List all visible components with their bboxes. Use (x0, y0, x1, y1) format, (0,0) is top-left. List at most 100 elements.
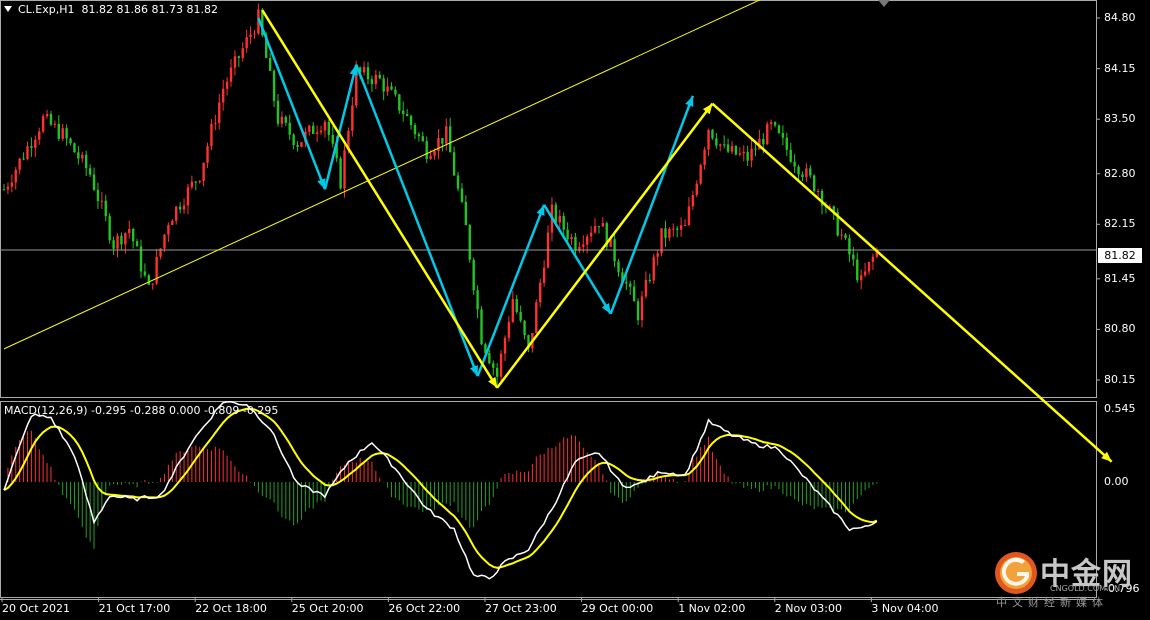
candle-body (769, 122, 773, 124)
candle-body (128, 228, 131, 234)
candle-body (816, 191, 820, 193)
candle-body (280, 116, 284, 124)
candle-body (738, 153, 742, 155)
candle-body (562, 216, 565, 230)
candle-body (676, 228, 679, 230)
price-tick-label: 80.80 (1104, 322, 1136, 336)
candle-body (801, 174, 804, 178)
candle-body (147, 275, 151, 285)
time-tick-label: 22 Oct 18:00 (195, 602, 267, 615)
candle-body (460, 188, 464, 202)
candle-body (245, 37, 248, 49)
candle-body (433, 151, 436, 156)
candle-body (96, 189, 100, 201)
candle-body (699, 165, 702, 184)
candle-body (339, 158, 342, 189)
candle-body (237, 56, 241, 58)
candle-body (629, 283, 632, 287)
price-tick-label: 81.45 (1104, 271, 1136, 285)
candle-body (797, 166, 800, 175)
candle-body (656, 253, 659, 257)
wave-arrow-head (469, 365, 478, 377)
candle-body (652, 256, 655, 281)
candle-body (632, 286, 636, 302)
candle-body (394, 89, 397, 95)
price-tick-label: 83.50 (1104, 112, 1136, 126)
dropdown-triangle-icon[interactable] (4, 6, 12, 12)
candle-body (276, 100, 280, 124)
candle-body (61, 128, 64, 139)
price-tick-label: 82.15 (1104, 217, 1136, 231)
macd-tick-label: 0.545 (1104, 402, 1136, 415)
candle-body (413, 125, 417, 135)
candle-body (558, 216, 561, 223)
candle-body (319, 130, 323, 133)
candle-body (856, 259, 859, 281)
time-tick-label: 3 Nov 04:00 (871, 602, 939, 615)
time-tick-label: 29 Oct 00:00 (581, 602, 654, 615)
candle-body (18, 158, 21, 170)
candle-body (871, 256, 875, 262)
candle-body (636, 301, 640, 321)
candle-body (722, 144, 726, 146)
candle-body (331, 134, 334, 144)
candle-body (703, 149, 706, 166)
candle-body (730, 145, 734, 152)
candle-body (707, 129, 710, 150)
candle-body (370, 79, 374, 85)
candle-body (495, 367, 499, 377)
macd-group (3, 401, 878, 580)
candle-body (108, 216, 111, 241)
candle-body (515, 298, 518, 312)
candle-body (14, 169, 17, 183)
candle-body (574, 237, 577, 251)
watermark: 中金网 CNGOLD.COM.CN 中文财经新媒体 (990, 545, 1140, 615)
candle-body (178, 206, 182, 210)
price-tick-label: 84.80 (1104, 11, 1136, 24)
candle-body (386, 86, 389, 92)
candle-body (6, 186, 10, 190)
candle-body (507, 321, 511, 338)
candle-body (402, 110, 405, 115)
candle-body (472, 259, 475, 291)
candle-body (10, 182, 14, 187)
candle-body (585, 236, 589, 245)
candle-body (382, 78, 385, 92)
candle-body (754, 148, 757, 150)
candle-body (789, 149, 792, 162)
candle-body (644, 279, 648, 297)
candle-body (300, 142, 303, 147)
candle-body (155, 256, 158, 284)
candle-body (77, 152, 80, 159)
wave-arrow-head (685, 95, 694, 107)
time-tick-label: 2 Nov 03:00 (774, 602, 842, 615)
candle-body (715, 138, 718, 146)
candle-body (762, 139, 765, 145)
candle-body (221, 88, 225, 103)
trend-line (3, 0, 761, 350)
chart-canvas[interactable] (0, 0, 1150, 620)
candle-body (69, 138, 72, 144)
candle-body (34, 139, 37, 148)
candle-body (648, 279, 652, 281)
candle-body (437, 138, 440, 152)
candle-body (210, 123, 213, 147)
candle-body (448, 126, 452, 153)
candle-body (323, 121, 327, 131)
candle-body (351, 105, 354, 131)
candle-body (566, 229, 569, 240)
candle-body (672, 228, 675, 230)
candle-body (417, 134, 421, 137)
candle-body (167, 225, 170, 235)
candle-body (398, 94, 401, 111)
candle-body (691, 194, 695, 207)
candle-body (750, 148, 753, 161)
candle-body (452, 152, 456, 176)
candle-body (793, 161, 796, 167)
candle-body (151, 283, 154, 285)
candle-body (625, 281, 628, 284)
candle-body (840, 234, 843, 236)
candle-body (476, 290, 479, 310)
candle-body (268, 58, 272, 71)
candle-body (343, 150, 346, 189)
